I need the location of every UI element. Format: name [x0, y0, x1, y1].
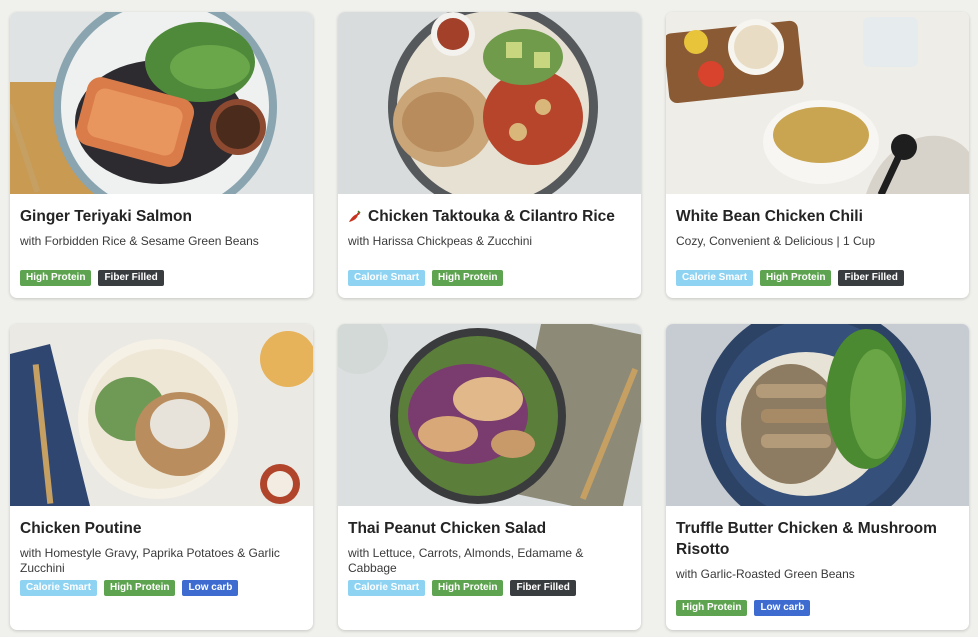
- meal-subtitle: with Lettuce, Carrots, Almonds, Edamame …: [348, 546, 584, 575]
- meal-subtitle: with Forbidden Rice & Sesame Green Beans: [20, 234, 259, 248]
- meal-title[interactable]: Chicken Taktouka & Cilantro Rice: [348, 206, 631, 227]
- meal-photo-truffle-chicken[interactable]: [666, 324, 969, 506]
- meal-title[interactable]: Thai Peanut Chicken Salad: [348, 518, 631, 539]
- tag-fiber-filled: Fiber Filled: [838, 270, 904, 286]
- meal-photo-thai-salad[interactable]: [338, 324, 641, 506]
- meal-card-thai-peanut-salad[interactable]: Thai Peanut Chicken Salad with Lettuce, …: [338, 324, 641, 630]
- tag-high-protein: High Protein: [20, 270, 92, 286]
- tag-low-carb: Low carb: [182, 580, 239, 596]
- meal-subtitle: Cozy, Convenient & Delicious | 1 Cup: [676, 234, 875, 248]
- meal-photo-chili[interactable]: [666, 12, 969, 194]
- meal-title-text: Chicken Taktouka & Cilantro Rice: [368, 208, 615, 225]
- tag-high-protein: High Protein: [432, 270, 504, 286]
- meal-subtitle: with Harissa Chickpeas & Zucchini: [348, 234, 533, 248]
- meal-subtitle: with Garlic-Roasted Green Beans: [676, 567, 855, 581]
- tag-low-carb: Low carb: [754, 600, 811, 616]
- meal-tags: High Protein Low carb: [676, 600, 811, 616]
- meal-photo-taktouka[interactable]: [338, 12, 641, 194]
- meal-grid: Ginger Teriyaki Salmon with Forbidden Ri…: [10, 12, 969, 630]
- tag-calorie-smart: Calorie Smart: [20, 580, 98, 596]
- meal-card-truffle-butter-chicken[interactable]: Truffle Butter Chicken & Mushroom Risott…: [666, 324, 969, 630]
- meal-tags: Calorie Smart High Protein Fiber Filled: [348, 580, 576, 596]
- meal-title[interactable]: Chicken Poutine: [20, 518, 303, 539]
- meal-card-ginger-teriyaki-salmon[interactable]: Ginger Teriyaki Salmon with Forbidden Ri…: [10, 12, 313, 298]
- meal-tags: Calorie Smart High Protein Low carb: [20, 580, 239, 596]
- tag-calorie-smart: Calorie Smart: [348, 580, 426, 596]
- meal-tags: High Protein Fiber Filled: [20, 270, 164, 286]
- tag-calorie-smart: Calorie Smart: [348, 270, 426, 286]
- tag-fiber-filled: Fiber Filled: [98, 270, 164, 286]
- meal-photo-salmon[interactable]: [10, 12, 313, 194]
- tag-high-protein: High Protein: [104, 580, 176, 596]
- tag-high-protein: High Protein: [432, 580, 504, 596]
- tag-calorie-smart: Calorie Smart: [676, 270, 754, 286]
- meal-title[interactable]: White Bean Chicken Chili: [676, 206, 959, 227]
- chili-pepper-icon: [348, 209, 362, 224]
- meal-subtitle: with Homestyle Gravy, Paprika Potatoes &…: [20, 546, 280, 575]
- tag-high-protein: High Protein: [760, 270, 832, 286]
- meal-title[interactable]: Ginger Teriyaki Salmon: [20, 206, 303, 227]
- meal-title[interactable]: Truffle Butter Chicken & Mushroom Risott…: [676, 518, 959, 560]
- meal-tags: Calorie Smart High Protein: [348, 270, 504, 286]
- meal-photo-poutine[interactable]: [10, 324, 313, 506]
- tag-fiber-filled: Fiber Filled: [510, 580, 576, 596]
- meal-card-chicken-taktouka[interactable]: Chicken Taktouka & Cilantro Rice with Ha…: [338, 12, 641, 298]
- meal-card-white-bean-chili[interactable]: White Bean Chicken Chili Cozy, Convenien…: [666, 12, 969, 298]
- tag-high-protein: High Protein: [676, 600, 748, 616]
- meal-tags: Calorie Smart High Protein Fiber Filled: [676, 270, 904, 286]
- meal-card-chicken-poutine[interactable]: Chicken Poutine with Homestyle Gravy, Pa…: [10, 324, 313, 630]
